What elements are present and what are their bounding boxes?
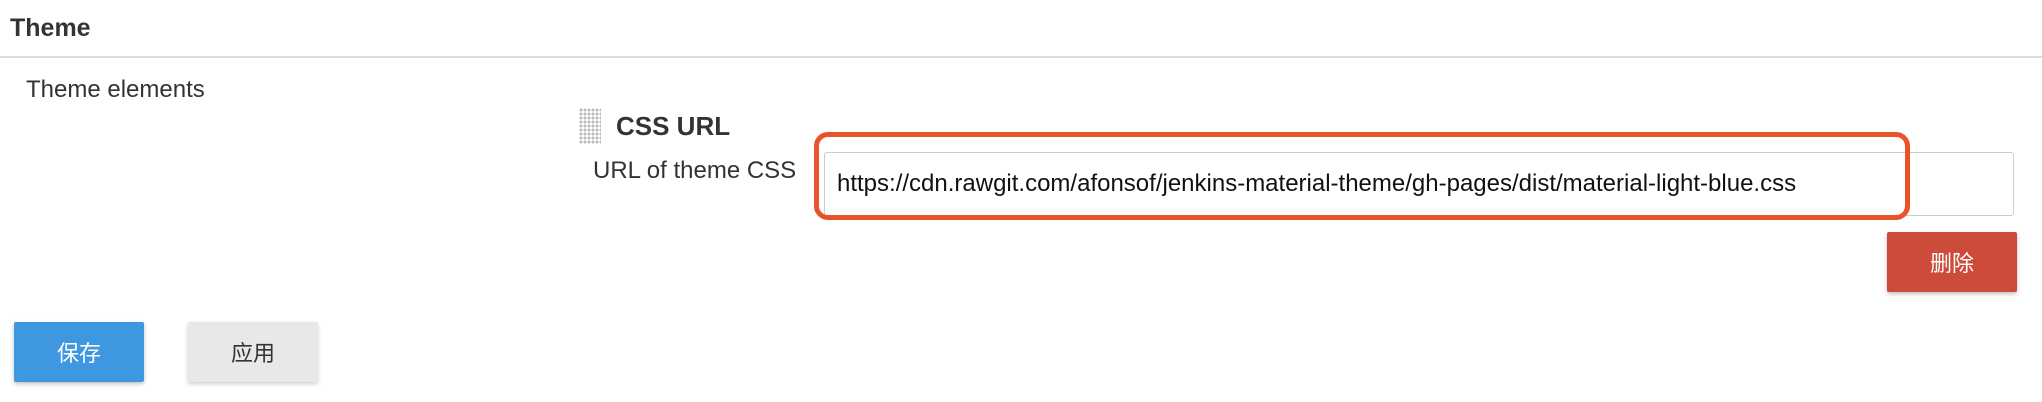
save-button[interactable]: 保存 — [14, 322, 144, 382]
theme-elements-label: Theme elements — [26, 76, 205, 103]
css-url-heading: CSS URL — [616, 111, 731, 141]
delete-button[interactable]: 删除 — [1887, 232, 2017, 292]
drag-handle-icon[interactable] — [579, 108, 601, 144]
theme-css-url-input[interactable] — [824, 152, 2014, 216]
section-title: Theme — [10, 14, 91, 42]
apply-button[interactable]: 应用 — [188, 322, 318, 382]
url-field-label: URL of theme CSS — [593, 157, 797, 184]
section-divider — [0, 56, 2042, 58]
theme-config-page: Theme Theme elements CSS URL URL of them… — [0, 0, 2042, 402]
